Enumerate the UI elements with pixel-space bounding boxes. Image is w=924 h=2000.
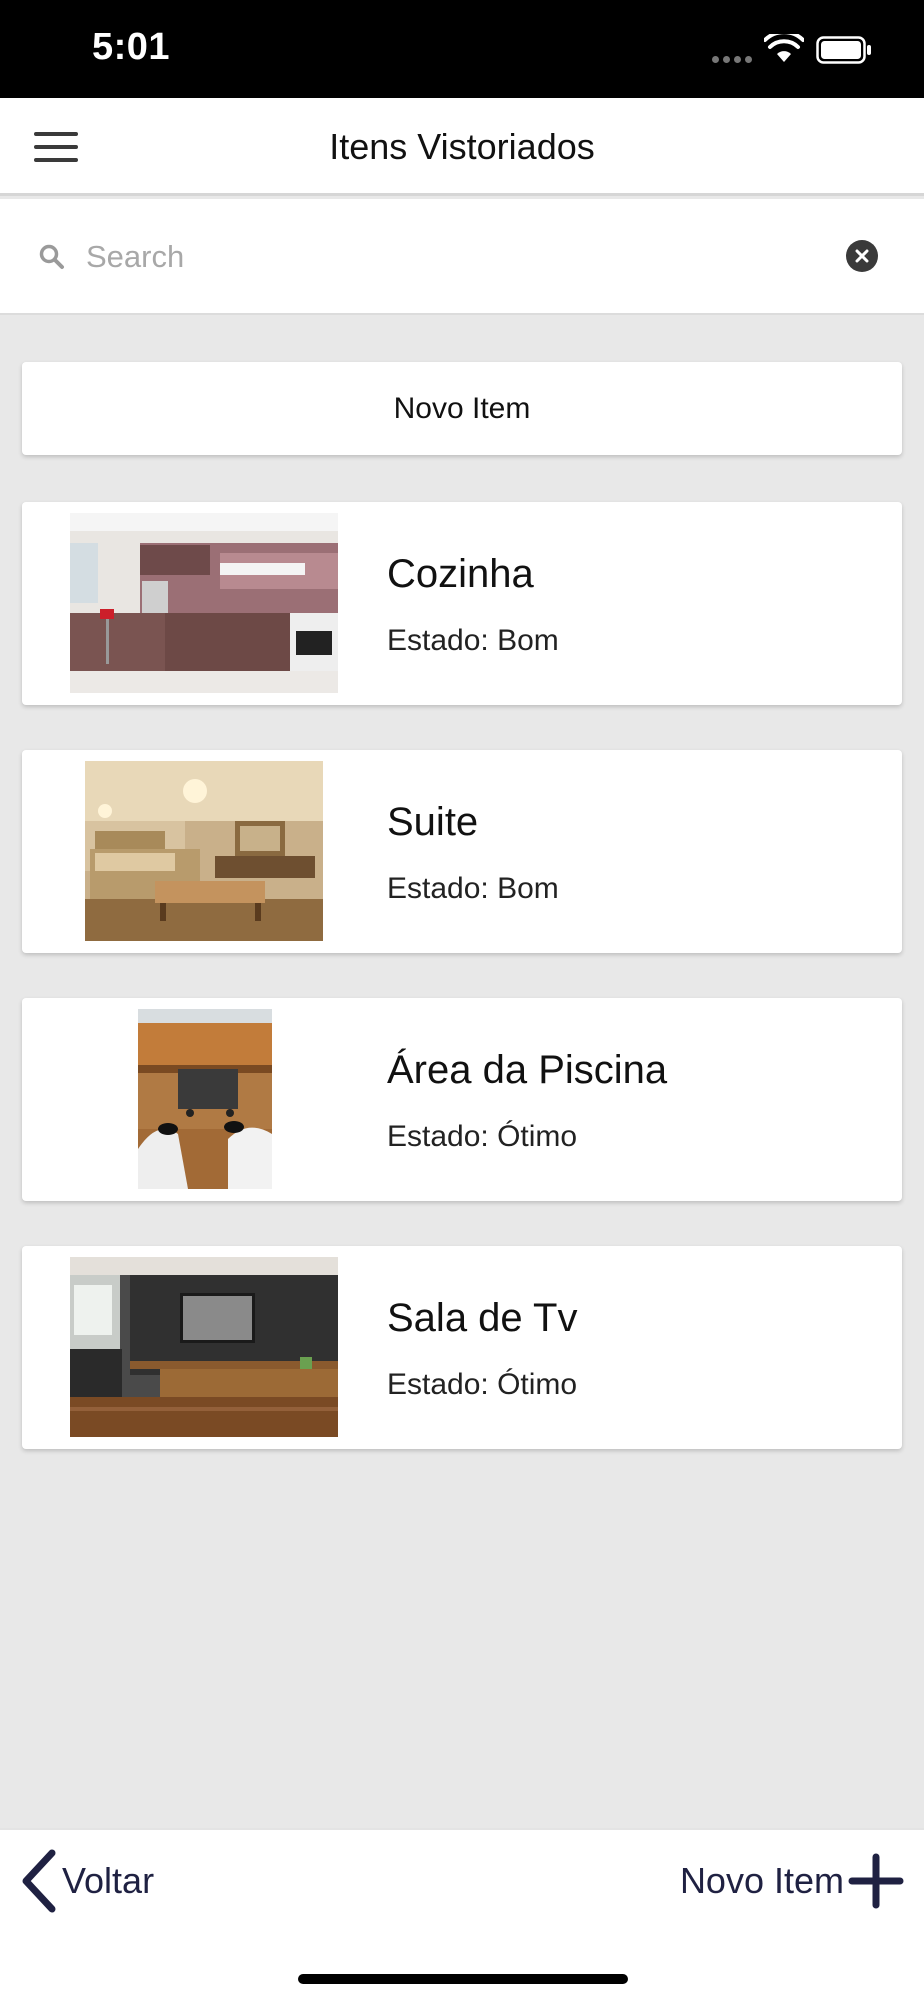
back-label: Voltar [62,1860,155,1901]
battery-icon [816,36,871,64]
new-item-button[interactable]: Novo Item [680,1846,904,1916]
item-photo [70,1257,338,1437]
item-photo [85,761,323,941]
item-card-area-da-piscina[interactable]: Área da Piscina Estado: Ótimo [22,998,902,1201]
item-photo [138,1009,272,1189]
cellular-signal-icon [712,56,752,63]
item-card-cozinha[interactable]: Cozinha Estado: Bom [22,502,902,705]
page-title: Itens Vistoriados [329,126,595,167]
wifi-icon [764,34,804,62]
item-state: Estado: Bom [387,872,559,905]
search-icon [39,244,64,269]
status-bar: 5:01 [0,0,924,98]
plus-icon [848,1853,904,1909]
item-name: Sala de Tv [387,1296,578,1340]
item-state: Estado: Bom [387,624,559,657]
item-card-suite[interactable]: Suite Estado: Bom [22,750,902,953]
item-name: Área da Piscina [387,1048,668,1092]
item-photo [70,513,338,693]
search-bar [0,199,924,315]
item-state: Estado: Ótimo [387,1120,578,1153]
back-button[interactable]: Voltar [18,1846,154,1916]
screen: 5:01 Itens Vistoriados Search Novo Item … [0,0,924,2000]
chevron-left-icon [22,1849,56,1913]
item-card-sala-de-tv[interactable]: Sala de Tv Estado: Ótimo [22,1246,902,1449]
new-item-card[interactable]: Novo Item [22,362,902,455]
home-indicator [298,1974,628,1984]
item-state: Estado: Ótimo [387,1368,578,1401]
item-name: Cozinha [387,552,534,596]
clear-icon[interactable] [846,240,878,272]
item-name: Suite [387,800,479,844]
new-item-label: Novo Item [679,1860,844,1901]
app-header: Itens Vistoriados [0,98,924,196]
status-time: 5:01 [92,26,171,68]
search-input[interactable] [86,229,826,285]
